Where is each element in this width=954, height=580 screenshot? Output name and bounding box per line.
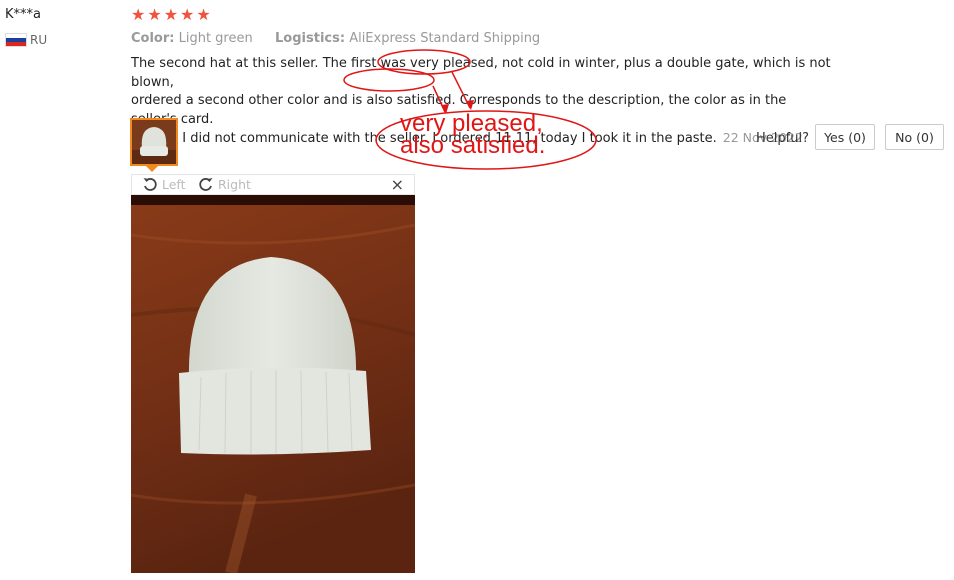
russia-flag-icon: [5, 33, 27, 47]
color-label: Color:: [131, 31, 175, 46]
logistics-value: AliExpress Standard Shipping: [349, 31, 541, 46]
close-viewer-button[interactable]: ×: [391, 175, 404, 194]
helpful-no-button[interactable]: No (0): [885, 124, 944, 150]
annotation-text: very pleased, also satisfied.: [400, 112, 546, 159]
review-photo: [131, 195, 415, 573]
rotate-right-label: Right: [218, 176, 251, 192]
star-icon: ★: [196, 5, 211, 24]
reviewer-name: K***a: [5, 7, 41, 22]
reviewer-country: RU: [5, 33, 47, 47]
star-icon: ★: [163, 5, 179, 24]
rating-stars: ★ ★ ★ ★ ★: [131, 6, 211, 24]
review-line: The second hat at this seller. The first…: [131, 56, 831, 90]
review-meta: Color: Light green Logistics: AliExpress…: [131, 31, 540, 46]
photo-thumbnail[interactable]: [130, 118, 178, 166]
rotate-left-label: Left: [162, 176, 186, 192]
hat-photo-image: [131, 195, 415, 573]
color-value: Light green: [178, 31, 253, 46]
rotate-left-button[interactable]: Left: [142, 176, 186, 192]
star-icon: ★: [131, 5, 146, 24]
thumbnail-pointer: [146, 166, 158, 172]
country-code: RU: [30, 33, 48, 47]
rotate-right-icon: [199, 178, 213, 191]
image-viewer-toolbar: Left Right ×: [131, 174, 415, 195]
hat-thumbnail-image: [132, 120, 176, 164]
logistics-label: Logistics:: [275, 31, 346, 46]
helpful-label: Helpful?: [756, 131, 809, 146]
helpful-yes-button[interactable]: Yes (0): [815, 124, 875, 150]
annotation-line: also satisfied.: [400, 132, 546, 159]
rotate-right-button[interactable]: Right: [198, 176, 251, 192]
star-icon: ★: [180, 5, 195, 24]
rotate-left-icon: [143, 178, 157, 191]
star-icon: ★: [147, 5, 162, 24]
